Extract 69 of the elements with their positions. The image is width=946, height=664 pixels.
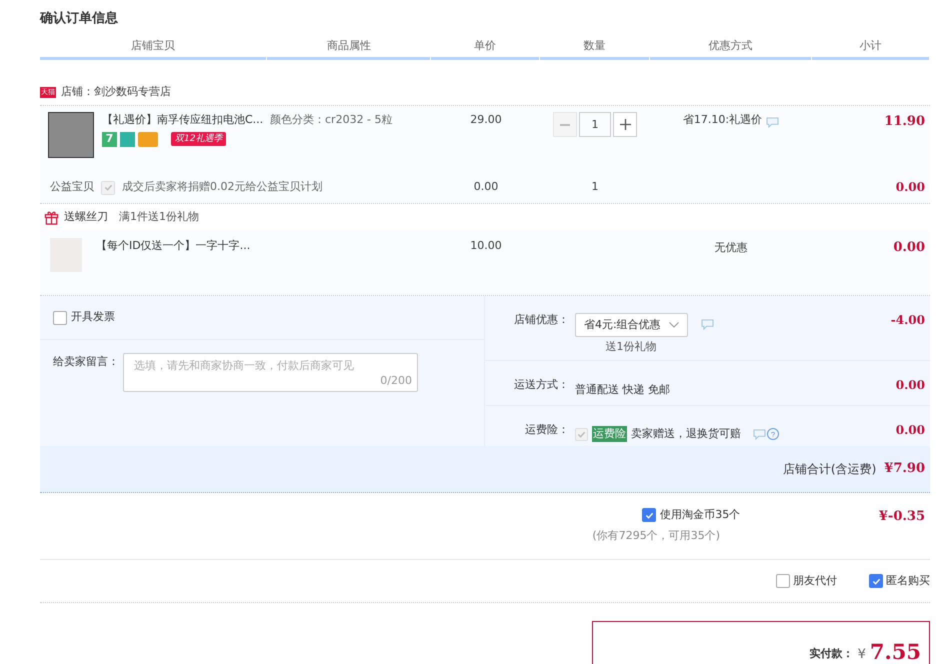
option-label: 匿名购买: [886, 572, 930, 589]
field-label: 运费险：: [524, 422, 569, 438]
product-photo-placeholder: [48, 112, 94, 158]
currency-symbol: ¥: [858, 646, 866, 664]
column-header: 小计: [812, 38, 929, 60]
shipping-method: 普通配送 快递 免邮: [575, 382, 670, 396]
product-title-link[interactable]: 【礼遇价】南孚传应纽扣电池C...: [102, 112, 264, 128]
message-label: 给卖家留言：: [53, 354, 119, 370]
checkbox[interactable]: [642, 508, 656, 522]
payment-label: 实付款：: [810, 646, 854, 662]
column-header: 数量: [540, 38, 649, 60]
checkbox[interactable]: [53, 310, 67, 324]
increase-button[interactable]: [613, 112, 637, 137]
charity-text: 成交后卖家将捐赠0.02元给公益宝贝计划: [122, 179, 322, 196]
coins-label: 使用淘金币35个: [660, 507, 740, 523]
invoice-label: 开具发票: [71, 309, 115, 326]
insurance-badge: 运费险: [592, 426, 627, 442]
chat-bubble-icon[interactable]: [753, 428, 766, 440]
store-total-label: 店铺合计(含运费): [782, 461, 876, 478]
discount-dropdown[interactable]: 省4元:组合优惠: [575, 312, 688, 337]
store-total-amount: ¥7.90: [884, 460, 925, 478]
subtotal: 0.00: [893, 240, 925, 255]
check-icon: [872, 576, 880, 586]
checkbox[interactable]: [776, 574, 790, 588]
service-tag: 7: [102, 132, 117, 146]
gift-name: 送螺丝刀: [64, 208, 108, 225]
unit-price: 0.00: [474, 180, 498, 194]
quantity: 1: [592, 180, 598, 194]
field-label: 店铺优惠：: [513, 312, 569, 328]
character-counter: 0/200: [380, 372, 412, 388]
chat-bubble-icon[interactable]: [766, 117, 780, 128]
chat-bubble-icon[interactable]: [700, 319, 714, 330]
amount: 0.00: [896, 422, 926, 439]
insurance-text: 卖家赠送，退换货可赔: [631, 426, 741, 442]
store-name: 店铺：剑沙数码专营店: [61, 84, 171, 100]
page-title: 确认订单信息: [40, 10, 119, 28]
field-label: 运送方式：: [513, 377, 569, 393]
help-icon[interactable]: [767, 428, 779, 440]
option-label: 朋友代付: [793, 572, 837, 589]
gift-rule: 满1件送1份礼物: [119, 208, 199, 225]
payment-amount: 7.55: [870, 640, 921, 664]
column-header: 商品属性: [267, 38, 430, 60]
checkbox[interactable]: [869, 574, 883, 588]
product-attribute: 颜色分类：cr2032 - 5粒: [269, 112, 394, 128]
minus-icon: [560, 124, 570, 126]
unit-price: 29.00: [470, 113, 502, 126]
gift-icon: [44, 210, 59, 224]
quantity-field[interactable]: 1: [579, 112, 611, 137]
check-icon: [644, 510, 654, 520]
subtotal: 11.90: [884, 114, 925, 129]
charity-label: 公益宝贝: [50, 179, 94, 196]
decrease-button[interactable]: [553, 112, 577, 137]
amount: -4.00: [890, 312, 926, 329]
discount-text: 省17.10:礼遇价: [682, 112, 762, 128]
coins-note: (你有7295个，可用35个): [592, 528, 720, 544]
gift-note: 送1份礼物: [606, 340, 656, 353]
amount: 0.00: [896, 377, 926, 394]
column-header: 优惠方式: [650, 38, 811, 60]
discount-text: 无优惠: [714, 241, 748, 254]
column-header: 店铺宝贝: [40, 38, 266, 60]
caret-icon: [668, 322, 679, 328]
column-header: 单价: [431, 38, 539, 60]
coins-amount: ¥-0.35: [878, 508, 926, 526]
promo-tag: 双12礼遇季: [171, 132, 226, 146]
unit-price: 10.00: [470, 239, 502, 252]
check-icon: [104, 183, 112, 192]
subtotal: 0.00: [896, 180, 925, 194]
plus-icon: [620, 119, 630, 130]
gift-title-link[interactable]: 【每个ID仅送一个】一字十字...: [96, 238, 250, 295]
